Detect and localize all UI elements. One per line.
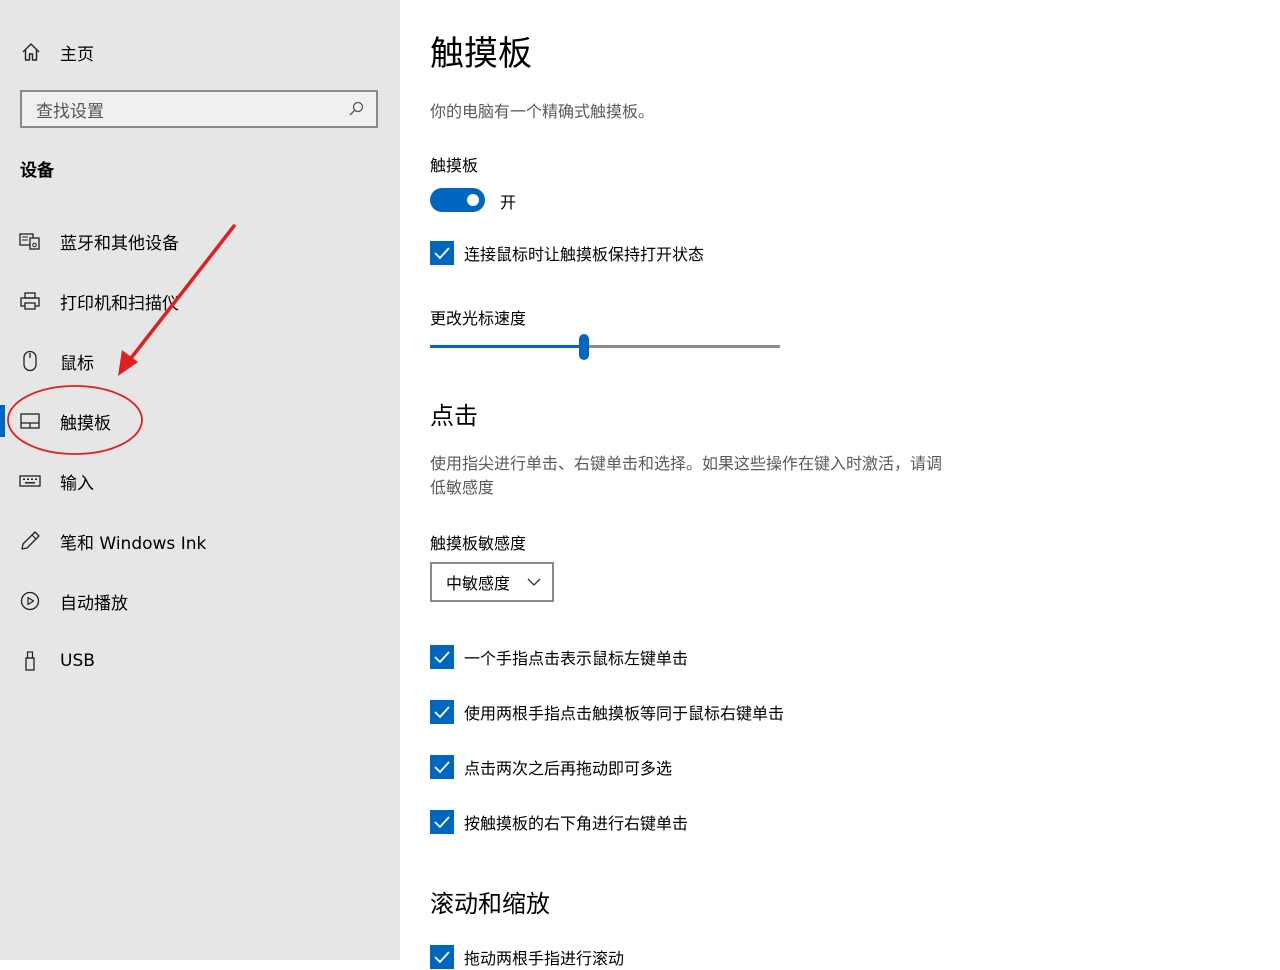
sidebar-item-label: 触摸板 [60, 413, 111, 434]
sidebar-item-mouse[interactable]: 鼠标 [0, 341, 400, 381]
sidebar-item-pen[interactable]: 笔和 Windows Ink [0, 521, 400, 561]
checkbox-label: 一个手指点击表示鼠标左键单击 [464, 649, 689, 668]
tap-option-two-finger[interactable]: 使用两根手指点击触摸板等同于鼠标右键单击 [430, 699, 784, 725]
sidebar-item-usb[interactable]: USB [0, 641, 400, 681]
mouse-icon [19, 350, 41, 372]
cursor-speed-slider[interactable] [430, 334, 780, 360]
checkbox-label: 按触摸板的右下角进行右键单击 [464, 814, 689, 833]
sidebar-item-autoplay[interactable]: 自动播放 [0, 581, 400, 621]
keep-on-with-mouse-option[interactable]: 连接鼠标时让触摸板保持打开状态 [430, 240, 704, 266]
taps-section-title: 点击 [430, 402, 478, 430]
sidebar-item-label: 打印机和扫描仪 [60, 293, 179, 314]
sensitivity-selected-value: 中敏感度 [446, 574, 511, 593]
usb-icon [19, 650, 41, 672]
bluetooth-devices-icon [19, 230, 41, 252]
sidebar-item-touchpad[interactable]: 触摸板 [0, 401, 400, 441]
taps-description-line: 低敏感度 [430, 478, 495, 497]
search-icon[interactable] [346, 99, 366, 119]
page-title: 触摸板 [430, 34, 532, 74]
checkbox-label: 拖动两根手指进行滚动 [464, 949, 625, 968]
tap-option-checkbox[interactable] [430, 755, 454, 779]
scroll-zoom-section-title: 滚动和缩放 [430, 890, 550, 918]
section-heading: 设备 [20, 161, 54, 181]
pen-icon [19, 530, 41, 552]
taps-description: 使用指尖进行单击、右键单击和选择。如果这些操作在键入时激活，请调 低敏感度 [430, 452, 942, 500]
sidebar-item-label: 自动播放 [60, 593, 128, 614]
toggle-state-label: 开 [500, 193, 517, 212]
sidebar-item-printers[interactable]: 打印机和扫描仪 [0, 281, 400, 321]
scroll-option-two-finger-drag[interactable]: 拖动两根手指进行滚动 [430, 944, 624, 970]
touchpad-toggle-label: 触摸板 [430, 156, 479, 175]
selected-indicator [0, 405, 5, 437]
search-box[interactable]: 查找设置 [20, 90, 378, 128]
printer-icon [19, 290, 41, 312]
touchpad-icon [19, 410, 41, 432]
scroll-option-checkbox[interactable] [430, 945, 454, 969]
touchpad-toggle[interactable] [430, 188, 485, 212]
tap-option-double-tap-drag[interactable]: 点击两次之后再拖动即可多选 [430, 754, 672, 780]
sidebar-item-label: 输入 [60, 473, 94, 494]
chevron-down-icon [526, 574, 542, 590]
sensitivity-dropdown[interactable]: 中敏感度 [430, 562, 554, 602]
home-link[interactable]: 主页 [20, 38, 94, 66]
page-description: 你的电脑有一个精确式触摸板。 [430, 102, 655, 121]
sensitivity-label: 触摸板敏感度 [430, 534, 527, 553]
tap-option-checkbox[interactable] [430, 700, 454, 724]
autoplay-icon [19, 590, 41, 612]
sidebar-item-label: 蓝牙和其他设备 [60, 233, 179, 254]
main-content: 触摸板 你的电脑有一个精确式触摸板。 触摸板 开 连接鼠标时让触摸板保持打开状态… [400, 0, 1280, 969]
checkbox-label: 点击两次之后再拖动即可多选 [464, 759, 673, 778]
toggle-knob [467, 194, 479, 206]
sidebar-item-bluetooth[interactable]: 蓝牙和其他设备 [0, 221, 400, 261]
home-icon [20, 41, 42, 63]
sidebar: 主页 查找设置 设备 蓝牙和其他设备 打印机和扫描仪 鼠标 触摸板 输入 笔和 … [0, 0, 400, 960]
sidebar-item-label: 鼠标 [60, 353, 94, 374]
checkbox-label: 使用两根手指点击触摸板等同于鼠标右键单击 [464, 704, 785, 723]
home-label: 主页 [60, 44, 94, 65]
tap-option-checkbox[interactable] [430, 810, 454, 834]
keep-on-with-mouse-checkbox[interactable] [430, 241, 454, 265]
sidebar-item-typing[interactable]: 输入 [0, 461, 400, 501]
sidebar-item-label: 笔和 Windows Ink [60, 533, 207, 554]
tap-option-checkbox[interactable] [430, 645, 454, 669]
slider-fill [430, 345, 584, 348]
sidebar-item-label: USB [60, 651, 95, 671]
search-input[interactable]: 查找设置 [22, 97, 346, 122]
checkbox-label: 连接鼠标时让触摸板保持打开状态 [464, 245, 705, 264]
taps-description-line: 使用指尖进行单击、右键单击和选择。如果这些操作在键入时激活，请调 [430, 454, 943, 473]
tap-option-single-finger[interactable]: 一个手指点击表示鼠标左键单击 [430, 644, 688, 670]
tap-option-bottom-right[interactable]: 按触摸板的右下角进行右键单击 [430, 809, 688, 835]
keyboard-icon [19, 470, 41, 492]
slider-thumb[interactable] [579, 334, 589, 360]
cursor-speed-label: 更改光标速度 [430, 309, 527, 328]
